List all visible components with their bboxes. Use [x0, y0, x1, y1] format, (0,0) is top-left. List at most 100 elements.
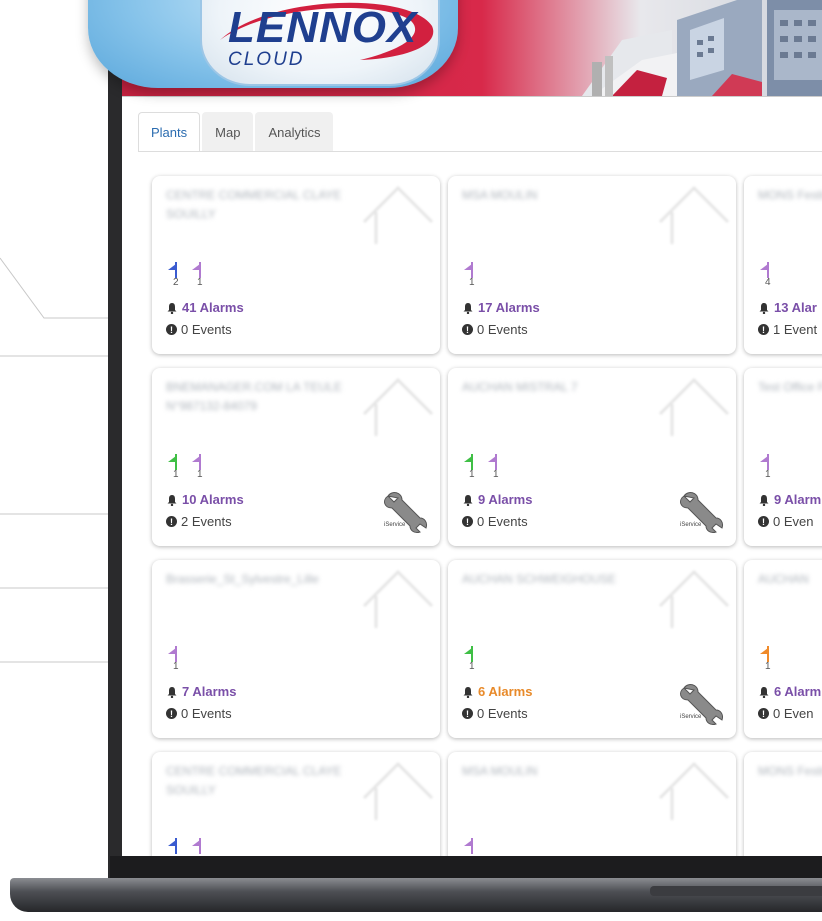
tab-plants[interactable]: Plants [138, 112, 201, 151]
alarms-count: 13 Alar [774, 300, 817, 315]
alarm-flag-icon: 1 [758, 646, 778, 674]
alarm-flag-icon: 1 [190, 454, 210, 482]
alarms-link[interactable]: 9 Alarms [462, 492, 532, 507]
plant-card[interactable]: Test Office Fromont 1 9 Alarm! 0 Even [744, 368, 822, 546]
plant-card[interactable]: BNEMANAGER.COM LA TEULE N°987132-84079 1 1… [152, 368, 440, 546]
flag-count: 1 [469, 661, 475, 672]
plant-card[interactable]: Brasserie_St_Sylvestre_Lille 1 7 Alarms! 0 … [152, 560, 440, 738]
bell-icon [759, 494, 769, 506]
service-label: iService [680, 522, 702, 528]
alarm-flag-icon: 1 [166, 646, 186, 674]
house-icon [362, 377, 434, 436]
flag-count: 1 [765, 661, 771, 672]
tabs-divider [138, 151, 822, 152]
house-icon [362, 569, 434, 628]
events-info: ! 0 Events [462, 706, 528, 721]
logo-subtitle: CLOUD [228, 49, 305, 70]
logo-title: LENNOX [228, 3, 418, 52]
plant-card[interactable]: MONS Festival [744, 752, 822, 856]
plant-name: MSA MOULIN [462, 764, 538, 778]
alarm-flag-icon: 2 [166, 262, 186, 290]
info-icon: ! [758, 324, 769, 335]
house-icon [362, 761, 434, 820]
wrench-icon[interactable] [380, 486, 432, 538]
alarms-count: 9 Alarms [478, 492, 533, 507]
events-info: ! 2 Events [166, 514, 232, 529]
app-screen: Plants Map Analytics CENTRE COMMERCIAL C… [122, 0, 822, 856]
alarm-flag-icon [166, 838, 186, 856]
events-count: 0 Even [773, 514, 814, 529]
alarm-flag-icon: 1 [462, 454, 482, 482]
city-skyline-illustration [582, 0, 822, 96]
tab-map[interactable]: Map [202, 112, 254, 151]
info-icon: ! [462, 708, 473, 719]
info-icon: ! [166, 708, 177, 719]
plant-name: AUCHAN SCHWEIGHOUSE [462, 572, 617, 586]
alarms-link[interactable]: 6 Alarm [758, 684, 821, 699]
plant-name: MONS Festival [758, 764, 822, 778]
alarms-link[interactable]: 7 Alarms [166, 684, 236, 699]
plant-name: CENTRE COMMERCIAL CLAYE SOUILLY [166, 188, 342, 221]
bell-icon [167, 302, 177, 314]
flag-count: 1 [469, 469, 475, 480]
events-info: ! 0 Events [462, 514, 528, 529]
alarm-flag-icon [462, 838, 482, 856]
plant-card[interactable]: AUCHAN 1 6 Alarm! 0 Even [744, 560, 822, 738]
bell-icon [463, 494, 473, 506]
tab-analytics[interactable]: Analytics [255, 112, 334, 151]
alarms-count: 7 Alarms [182, 684, 237, 699]
bell-icon [759, 686, 769, 698]
events-count: 0 Events [181, 706, 232, 721]
events-info: ! 0 Events [462, 322, 528, 337]
laptop-hinge [650, 886, 822, 896]
bell-icon [167, 686, 177, 698]
alarms-link[interactable]: 9 Alarm [758, 492, 821, 507]
plant-name: Test Office Fromont [758, 380, 822, 394]
alarms-count: 41 Alarms [182, 300, 244, 315]
alarms-link[interactable]: 10 Alarms [166, 492, 244, 507]
alarms-link[interactable]: 17 Alarms [462, 300, 540, 315]
events-count: 0 Events [477, 322, 528, 337]
bell-icon [463, 302, 473, 314]
house-icon [658, 377, 730, 436]
alarms-count: 10 Alarms [182, 492, 244, 507]
info-icon: ! [462, 324, 473, 335]
flag-count: 1 [173, 661, 179, 672]
wrench-icon[interactable] [676, 678, 728, 730]
flag-count: 1 [197, 469, 203, 480]
alarm-flag-icon: 4 [758, 262, 778, 290]
plant-name: BNEMANAGER.COM LA TEULE N°987132-84079 [166, 380, 342, 413]
plants-grid: CENTRE COMMERCIAL CLAYE SOUILLY 2 1 41 Alar… [152, 176, 822, 856]
plant-card[interactable]: CENTRE COMMERCIAL CLAYE SOUILLY 2 1 41 Alar… [152, 176, 440, 354]
plant-card[interactable]: MONS Festival 4 13 Alar! 1 Event [744, 176, 822, 354]
plant-card[interactable]: MSA MOULIN [448, 752, 736, 856]
alarms-link[interactable]: 6 Alarms [462, 684, 532, 699]
events-count: 0 Events [477, 706, 528, 721]
flag-count: 4 [765, 277, 771, 288]
plant-card[interactable]: CENTRE COMMERCIAL CLAYE SOUILLY [152, 752, 440, 856]
alarms-link[interactable]: 13 Alar [758, 300, 817, 315]
plant-card[interactable]: AUCHAN SCHWEIGHOUSE 1 6 Alarms! 0 Events iSe… [448, 560, 736, 738]
bell-icon [759, 302, 769, 314]
plant-card[interactable]: AUCHAN MISTRAL 7 1 1 9 Alarms! 0 Events iServ… [448, 368, 736, 546]
info-icon: ! [758, 516, 769, 527]
bell-icon [463, 686, 473, 698]
flag-count: 1 [469, 277, 475, 288]
alarm-flag-icon: 1 [758, 454, 778, 482]
alarms-link[interactable]: 41 Alarms [166, 300, 244, 315]
plant-name: AUCHAN MISTRAL 7 [462, 380, 578, 394]
alarm-flag-icon: 1 [462, 262, 482, 290]
house-icon [658, 569, 730, 628]
plant-name: Brasserie_St_Sylvestre_Lille [166, 572, 319, 586]
plant-name: AUCHAN [758, 572, 809, 586]
alarm-flag-icon: 1 [190, 262, 210, 290]
events-count: 1 Event [773, 322, 818, 337]
events-count: 2 Events [181, 514, 232, 529]
events-count: 0 Even [773, 706, 814, 721]
house-icon [658, 761, 730, 820]
alarms-count: 6 Alarms [478, 684, 533, 699]
plant-tabs: Plants Map Analytics [138, 112, 335, 152]
plant-card[interactable]: MSA MOULIN 1 17 Alarms! 0 Events [448, 176, 736, 354]
wrench-icon[interactable] [676, 486, 728, 538]
info-icon: ! [166, 324, 177, 335]
